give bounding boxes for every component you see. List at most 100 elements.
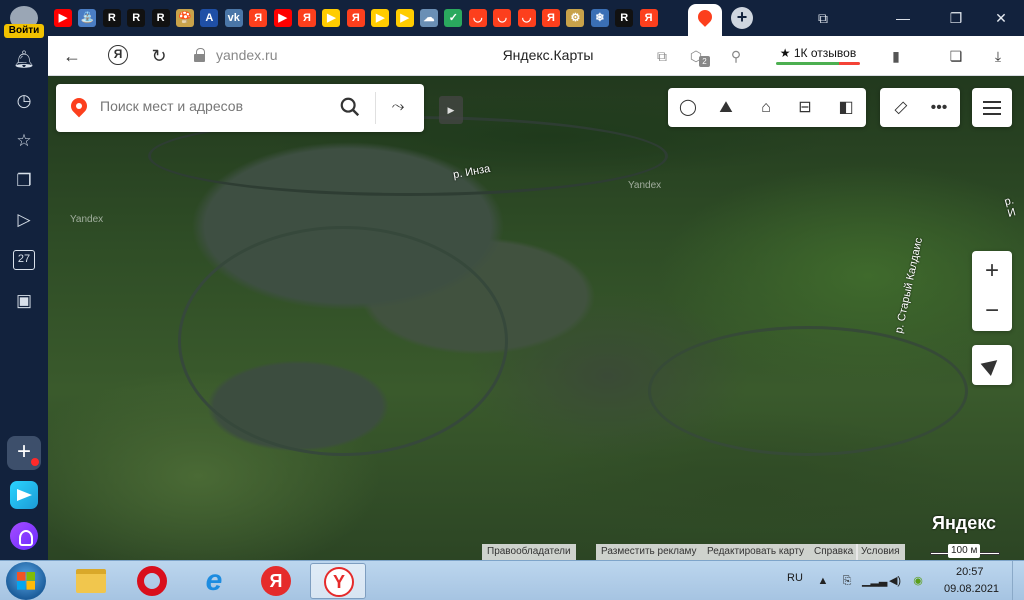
panorama-icon[interactable]: ⛰ — [714, 96, 738, 120]
usb-icon[interactable]: ⎘ — [840, 574, 854, 588]
footer-link-edit-map[interactable]: Редактировать карту — [702, 544, 810, 560]
tab-favicon[interactable]: ◡ — [493, 9, 512, 27]
tab-favicon[interactable]: ◡ — [517, 9, 536, 27]
zoom-out-button[interactable]: − — [972, 291, 1012, 331]
footer-link-copyright[interactable]: Правообладатели — [482, 544, 576, 560]
start-button[interactable] — [6, 562, 46, 600]
transport-icon[interactable]: ⊟ — [793, 96, 817, 120]
language-indicator[interactable]: RU — [787, 572, 803, 584]
layer-scheme-icon[interactable]: ◯ — [676, 96, 700, 120]
lock-icon[interactable] — [194, 48, 205, 62]
close-icon[interactable]: ✕ — [991, 8, 1011, 28]
tab-favicon[interactable]: R — [127, 9, 146, 27]
notification-dot — [31, 458, 39, 466]
internet-explorer-icon: e — [205, 564, 223, 597]
reload-button[interactable]: ↻ — [147, 44, 171, 68]
tab-favicon[interactable]: ⛲ — [78, 9, 97, 27]
new-tab-button[interactable]: + — [731, 7, 753, 29]
map-scale: 100 м — [930, 544, 1000, 560]
river-loop — [178, 226, 508, 456]
satellite-map[interactable]: Yandex Yandex р. Инза р. Старый Калдаис … — [48, 76, 1024, 560]
tab-favicon[interactable]: R — [615, 9, 634, 27]
screenshot-icon[interactable]: ▣ — [12, 289, 36, 313]
tab-favicon[interactable]: 🍄 — [176, 9, 194, 27]
search-panel: ⤳ — [56, 84, 424, 132]
clock-icon[interactable]: ◷ — [12, 89, 36, 113]
download-icon[interactable]: ⤓ — [988, 46, 1008, 66]
tab-favicon[interactable]: Я — [298, 9, 316, 27]
alice-icon[interactable] — [10, 522, 38, 550]
tab-favicon[interactable]: ❄ — [590, 9, 609, 27]
route-icon[interactable]: ⤳ — [387, 96, 409, 118]
ruler-icon[interactable]: ▭ — [884, 91, 918, 125]
collections-icon[interactable]: ❐ — [12, 169, 36, 193]
yandex-browser-taskbar-button[interactable]: Y — [310, 563, 366, 599]
zoom-control: + − — [972, 251, 1012, 331]
bell-icon[interactable]: 🔔︎ — [12, 48, 36, 72]
tab-favicon[interactable]: ⚙ — [566, 9, 585, 27]
tab-favicon[interactable]: Я — [249, 9, 268, 27]
folder-icon — [76, 569, 106, 593]
calendar-icon[interactable]: 27 — [13, 250, 35, 270]
footer-link-help[interactable]: Справка — [809, 544, 859, 560]
yandex-browser-icon: Y — [324, 567, 354, 597]
tab-favicon[interactable]: R — [102, 9, 121, 27]
show-desktop-button[interactable] — [1012, 561, 1024, 600]
tab-favicon[interactable]: Я — [346, 9, 365, 27]
tab-favicon[interactable]: ▶ — [273, 9, 292, 27]
zoom-in-button[interactable]: + — [972, 251, 1012, 291]
minimize-icon[interactable]: — — [893, 8, 913, 28]
layers-icon[interactable]: ◧ — [834, 96, 858, 120]
clock-date[interactable]: 09.08.2021 — [944, 583, 999, 595]
url-domain[interactable]: yandex.ru — [216, 47, 277, 63]
tab-favicon[interactable]: vk — [224, 9, 243, 27]
tab-favicon[interactable]: ✓ — [444, 9, 463, 27]
yandex-icon[interactable]: Я — [108, 45, 128, 65]
ie-taskbar-button[interactable]: e — [186, 563, 242, 599]
yandex-taskbar-button[interactable]: Я — [248, 563, 304, 599]
map-pin-icon — [67, 94, 91, 118]
tab-favicon[interactable]: R — [151, 9, 170, 27]
bookmarks-panel-icon[interactable]: ❏ — [946, 46, 966, 66]
search-icon[interactable] — [339, 96, 361, 118]
footer-link-advertise[interactable]: Разместить рекламу — [596, 544, 702, 560]
tab-favicon[interactable]: ▶ — [395, 9, 414, 27]
clock-time[interactable]: 20:57 — [956, 566, 984, 578]
tab-favicon[interactable]: Я — [542, 9, 560, 27]
send-icon[interactable] — [10, 481, 38, 509]
tab-favicon[interactable]: ☁ — [420, 9, 438, 27]
photos-icon[interactable]: ⌂ — [754, 96, 778, 120]
map-watermark: Yandex — [628, 180, 662, 191]
tray-app-icon[interactable]: ◉ — [911, 574, 925, 588]
tab-favicon[interactable]: ▶ — [54, 9, 72, 27]
copy-icon[interactable]: ⧉ — [652, 46, 672, 66]
network-icon[interactable]: ▁▂▃ — [862, 574, 887, 588]
opera-taskbar-button[interactable] — [124, 563, 180, 599]
footer-link-terms[interactable]: Условия — [856, 544, 905, 560]
bookmark-icon[interactable]: ▮ — [886, 46, 906, 66]
back-button[interactable]: ← — [60, 44, 84, 68]
tab-favicon[interactable]: ▶ — [322, 9, 341, 27]
location-icon[interactable]: ⚲ — [726, 46, 746, 66]
tools-toolbar: ▭ ••• — [880, 88, 960, 127]
restore-icon[interactable]: ❐ — [946, 8, 966, 28]
menu-button[interactable] — [972, 88, 1012, 127]
tab-favicon[interactable]: A — [200, 9, 219, 27]
more-icon[interactable]: ••• — [927, 96, 951, 120]
search-input[interactable] — [100, 98, 330, 114]
geolocation-button[interactable] — [972, 345, 1012, 385]
explorer-taskbar-button[interactable] — [62, 563, 118, 599]
tab-favicon[interactable]: ▶ — [371, 9, 390, 27]
collections-icon[interactable]: ⧉ — [813, 8, 833, 28]
login-button[interactable]: Войти — [4, 24, 44, 38]
yandex-logo: Яндекс — [932, 513, 997, 533]
tab-favicon[interactable]: ◡ — [468, 9, 487, 27]
river-label: р. Старый Калдаис — [893, 236, 926, 335]
collapse-panel-button[interactable]: ▶ — [439, 96, 463, 124]
volume-icon[interactable]: ◀) — [888, 574, 902, 588]
chevron-up-icon[interactable]: ▲ — [816, 574, 830, 588]
star-icon[interactable]: ☆ — [12, 129, 36, 153]
play-icon[interactable]: ▷ — [12, 208, 36, 232]
yandex-icon: Я — [261, 566, 291, 596]
tab-favicon[interactable]: Я — [639, 9, 658, 27]
